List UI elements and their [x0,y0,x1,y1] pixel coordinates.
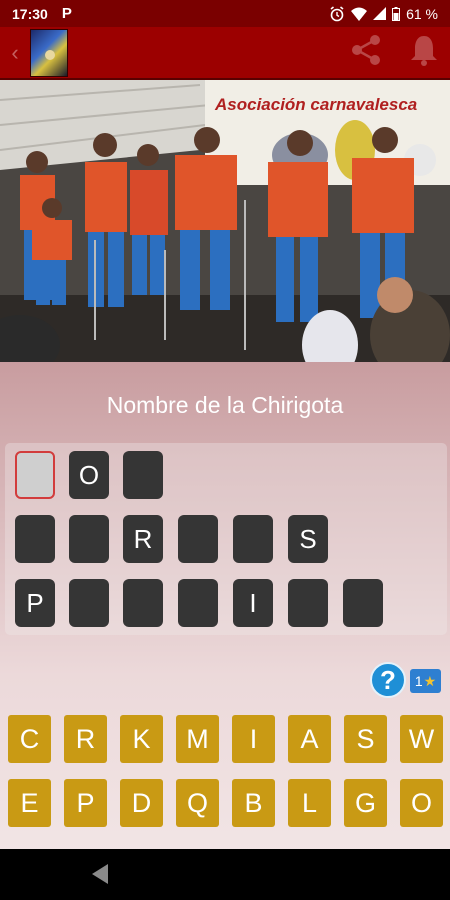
answer-slot[interactable] [15,451,55,499]
letter-key[interactable]: E [8,779,51,827]
answer-slot[interactable] [233,515,273,563]
letter-key[interactable]: L [288,779,331,827]
app-logo [30,28,68,77]
letter-key[interactable]: G [344,779,387,827]
answer-slot[interactable] [123,451,163,499]
letter-key[interactable]: S [344,715,387,763]
letter-key[interactable]: M [176,715,219,763]
app-bar: ‹ [0,27,450,80]
answer-slot[interactable]: P [15,579,55,627]
answer-slot[interactable] [69,579,109,627]
signal-icon [373,7,387,20]
answer-slot[interactable] [69,515,109,563]
battery-icon [392,6,401,21]
letter-key[interactable]: Q [176,779,219,827]
hint-cost: 1 [414,673,423,689]
system-nav-bar [0,849,450,900]
alarm-icon [329,5,345,22]
letter-key[interactable]: K [120,715,163,763]
back-arrow-icon[interactable]: ‹ [0,26,30,79]
answer-slot[interactable] [288,579,328,627]
notification-bell-icon[interactable] [410,34,438,71]
star-icon: ★ [423,672,437,689]
status-bar: 17:30 P 61 % [0,0,450,27]
hint-button[interactable]: ? [370,662,406,698]
letter-key[interactable]: D [120,779,163,827]
letter-key[interactable]: C [8,715,51,763]
letter-key[interactable]: B [232,779,275,827]
answer-slot[interactable]: I [233,579,273,627]
nav-back-icon[interactable] [90,863,110,890]
battery-percent: 61 % [406,5,438,22]
answer-slot[interactable] [15,515,55,563]
share-icon[interactable] [348,32,384,73]
question-photo: Asociación carnavalesca [0,80,450,362]
status-time: 17:30 [12,5,48,22]
answer-panel: O R S P I [5,443,447,635]
answer-slot[interactable] [178,579,218,627]
letter-key[interactable]: O [400,779,443,827]
letter-key[interactable]: W [400,715,443,763]
answer-slot[interactable] [178,515,218,563]
answer-slot[interactable] [343,579,383,627]
answer-slot[interactable]: O [69,451,109,499]
letter-key[interactable]: R [64,715,107,763]
wifi-icon [351,7,368,21]
answer-slot[interactable] [123,579,163,627]
letter-key[interactable]: P [64,779,107,827]
banner-text: Asociación carnavalesca [214,95,417,114]
answer-slot[interactable]: S [288,515,328,563]
letter-key[interactable]: A [288,715,331,763]
hint-cost-badge[interactable]: 1 ★ [410,669,441,693]
letter-key[interactable]: I [232,715,275,763]
parking-notification-icon: P [61,5,72,22]
answer-slot[interactable]: R [123,515,163,563]
question-title: Nombre de la Chirigota [106,392,344,418]
